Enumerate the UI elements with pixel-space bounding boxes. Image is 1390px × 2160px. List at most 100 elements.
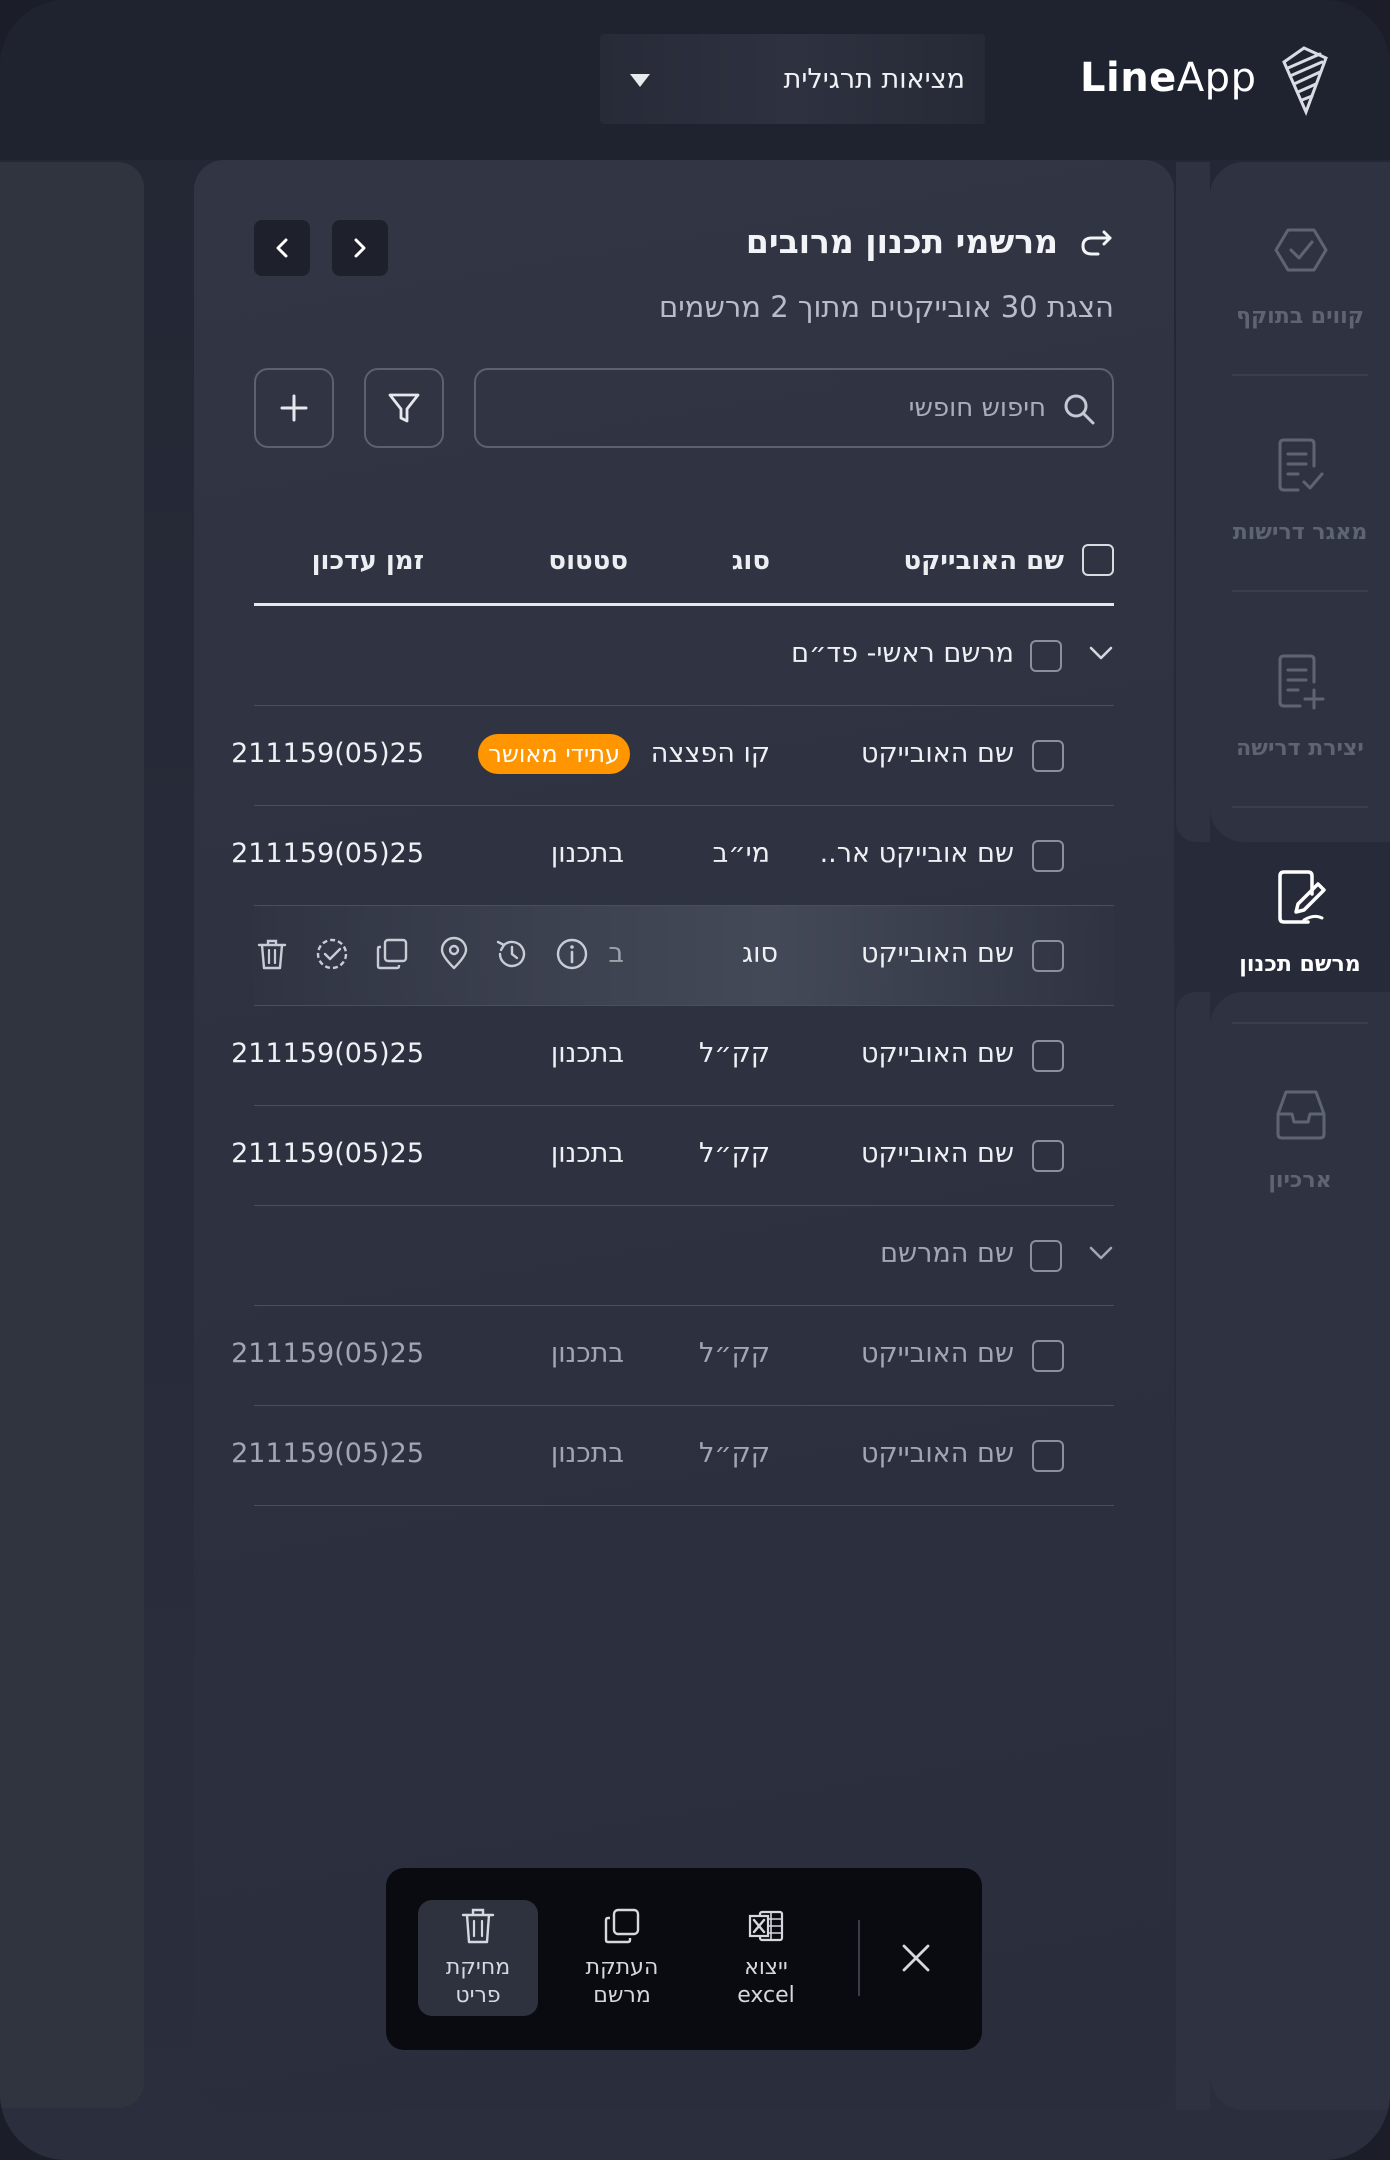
sidebar-item-label: ארכיון xyxy=(1268,1168,1332,1193)
sidebar-item-archive[interactable]: ארכיון xyxy=(1210,1050,1390,1240)
excel-icon xyxy=(748,1910,784,1942)
update-time: 25(05)211159 xyxy=(231,1038,424,1069)
group-row[interactable]: מרשם ראשי- פד״ם xyxy=(254,606,1114,706)
object-type: קק״ל xyxy=(698,1038,770,1069)
table-header: שם האובייקט סוג סטטוס זמן עדכון xyxy=(254,520,1114,606)
object-type: מי״ב xyxy=(712,838,770,869)
export-excel-button[interactable]: ייצוא excel xyxy=(706,1900,826,2016)
object-name: שם האובייקט xyxy=(860,1338,1014,1369)
table-row[interactable]: שם האובייקט קק״ל בתכנון 25(05)211159 xyxy=(231,1106,1114,1206)
object-name: שם אובייקט אר.. xyxy=(819,838,1014,869)
sidebar-notch-top xyxy=(1176,162,1210,842)
object-status: בתכנון xyxy=(550,1138,624,1169)
previous-button[interactable] xyxy=(254,220,310,276)
table-row[interactable]: שם האובייקט קו הפצצה עתידי מאושר 25(05)2… xyxy=(231,706,1114,806)
table-row[interactable]: שם האובייקט קק״ל בתכנון 25(05)211159 xyxy=(231,1406,1114,1506)
delete-item-label: מחיקת פריט xyxy=(418,1954,538,2010)
delete-label-line2: פריט xyxy=(455,1983,501,2008)
project-select[interactable]: מציאות תרגילית xyxy=(600,34,985,124)
row-checkbox[interactable] xyxy=(1032,1440,1064,1472)
export-excel-label: ייצוא excel xyxy=(706,1954,826,2010)
select-all-checkbox[interactable] xyxy=(1082,544,1114,576)
filter-icon xyxy=(388,393,420,423)
chevron-down-icon[interactable] xyxy=(1088,644,1114,662)
delete-label-line1: מחיקת xyxy=(445,1955,511,1980)
copy-registry-button[interactable]: העתקת מרשם xyxy=(562,1900,682,2016)
table-row[interactable]: שם האובייקט קק״ל בתכנון 25(05)211159 xyxy=(231,1306,1114,1406)
brand-name: LineApp xyxy=(1080,55,1257,101)
row-checkbox[interactable] xyxy=(1032,1040,1064,1072)
sidebar-divider xyxy=(1232,374,1368,376)
row-checkbox[interactable] xyxy=(1032,840,1064,872)
info-icon[interactable] xyxy=(554,936,590,972)
next-button[interactable] xyxy=(332,220,388,276)
archive-box-icon xyxy=(1276,1090,1326,1140)
export-label-line2: excel xyxy=(737,1983,795,2008)
results-summary: הצגת 30 אובייקטים מתוך 2 מרשמים xyxy=(658,290,1114,324)
column-header-time[interactable]: זמן עדכון xyxy=(312,546,424,576)
object-name: שם האובייקט xyxy=(860,1438,1014,1469)
column-header-name[interactable]: שם האובייקט xyxy=(903,546,1064,576)
copy-icon[interactable] xyxy=(374,936,410,972)
column-header-type[interactable]: סוג xyxy=(732,546,770,576)
copy-label-line2: מרשם xyxy=(593,1983,651,2008)
row-checkbox[interactable] xyxy=(1032,1340,1064,1372)
sidebar-divider xyxy=(1232,590,1368,592)
trash-icon[interactable] xyxy=(254,936,290,972)
filter-button[interactable] xyxy=(364,368,444,448)
status-badge: עתידי מאושר xyxy=(478,734,630,774)
update-time: 25(05)211159 xyxy=(231,738,424,769)
sidebar-item-label: מאגר דרישות xyxy=(1232,520,1368,545)
row-checkbox[interactable] xyxy=(1032,1140,1064,1172)
page-title: מרשמי תכנון מרובים xyxy=(745,222,1058,261)
search-box[interactable] xyxy=(474,368,1114,448)
edit-document-icon xyxy=(1278,870,1326,924)
chevron-down-icon[interactable] xyxy=(1088,1244,1114,1262)
copy-icon xyxy=(604,1908,640,1944)
history-icon[interactable] xyxy=(494,936,530,972)
document-check-icon xyxy=(1278,438,1324,492)
update-time: 25(05)211159 xyxy=(231,1138,424,1169)
row-checkbox[interactable] xyxy=(1032,740,1064,772)
delete-item-button[interactable]: מחיקת פריט xyxy=(418,1900,538,2016)
search-input[interactable] xyxy=(526,388,1046,428)
table-row-hovered[interactable]: שם האובייקט סוג ב xyxy=(254,906,1114,1006)
object-type: סוג xyxy=(741,938,778,969)
bulk-actions-bar: מחיקת פריט העתקת מרשם ייצוא excel xyxy=(386,1868,982,2050)
sidebar-item-requirements[interactable]: מאגר דרישות xyxy=(1210,402,1390,592)
object-name: שם האובייקט xyxy=(860,738,1014,769)
group-name: מרשם ראשי- פד״ם xyxy=(791,638,1014,669)
row-actions xyxy=(254,936,634,976)
update-time: 25(05)211159 xyxy=(231,1438,424,1469)
object-status: בתכנון xyxy=(550,1038,624,1069)
side-panel-collapsed xyxy=(0,162,144,2108)
add-button[interactable] xyxy=(254,368,334,448)
search-icon xyxy=(1064,394,1095,425)
object-type: קק״ל xyxy=(698,1338,770,1369)
group-name: שם המרשם xyxy=(880,1238,1014,1269)
sidebar-item-create-requirement[interactable]: יצירת דרישה xyxy=(1210,618,1390,808)
approve-dashed-check-icon[interactable] xyxy=(314,936,350,972)
close-icon[interactable] xyxy=(896,1938,936,1978)
app-root: LineApp מציאות תרגילית קווים בתוקף מאגר … xyxy=(0,0,1390,2160)
location-pin-icon[interactable] xyxy=(436,936,472,972)
sidebar-notch-bottom xyxy=(1176,992,1210,2110)
sidebar-item-label: מרשם תכנון xyxy=(1239,952,1361,977)
table-row[interactable]: שם אובייקט אר.. מי״ב בתכנון 25(05)211159 xyxy=(231,806,1114,906)
copy-label-line1: העתקת xyxy=(585,1955,659,1980)
group-checkbox[interactable] xyxy=(1030,1240,1062,1272)
sidebar-divider xyxy=(1232,806,1368,808)
table-row[interactable]: שם האובייקט קק״ל בתכנון 25(05)211159 xyxy=(231,1006,1114,1106)
group-row[interactable]: שם המרשם xyxy=(254,1206,1114,1306)
sidebar-item-valid-lines[interactable]: קווים בתוקף xyxy=(1210,186,1390,376)
copy-registry-label: העתקת מרשם xyxy=(562,1954,682,2010)
refresh-icon[interactable] xyxy=(1078,224,1114,260)
document-add-icon xyxy=(1278,654,1325,710)
sidebar-divider xyxy=(1232,1022,1368,1024)
group-checkbox[interactable] xyxy=(1030,640,1062,672)
object-name: שם האובייקט xyxy=(860,938,1014,969)
check-hexagon-icon xyxy=(1274,228,1328,272)
column-header-status[interactable]: סטטוס xyxy=(548,546,628,576)
sidebar-item-planning-registry[interactable]: מרשם תכנון xyxy=(1210,834,1390,1024)
row-checkbox[interactable] xyxy=(1032,940,1064,972)
